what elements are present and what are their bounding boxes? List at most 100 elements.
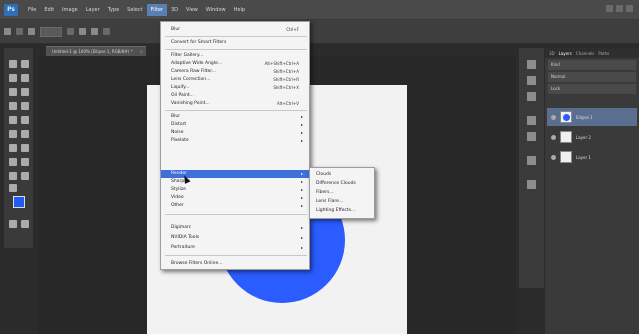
properties-panel-icon[interactable] <box>527 76 536 85</box>
close-icon[interactable] <box>626 5 633 12</box>
menu-item-browse-filters-online[interactable]: Browse Filters Online... <box>161 260 309 268</box>
crop-tool-icon[interactable] <box>9 88 17 96</box>
menu-item-filter-gallery[interactable]: Filter Gallery... <box>161 52 309 60</box>
menu-item-liquify[interactable]: Liquify... Shift+Ctrl+X <box>161 84 309 92</box>
menu-item-blur[interactable]: Blur ▸ <box>161 113 309 121</box>
menu-image[interactable]: Image <box>58 4 82 16</box>
quick-select-tool-icon[interactable] <box>21 74 29 82</box>
layer-row-layer-1[interactable]: Layer 1 <box>547 148 637 166</box>
history-brush-icon[interactable] <box>21 116 29 124</box>
submenu-arrow-icon: ▸ <box>300 138 303 143</box>
tab-channels[interactable]: Channels <box>576 51 595 56</box>
menu-help[interactable]: Help <box>230 4 249 16</box>
gradient-tool-icon[interactable] <box>21 130 29 138</box>
dodge-tool-icon[interactable] <box>9 144 17 152</box>
swatches-panel-icon[interactable] <box>527 156 536 165</box>
layer-row-layer-2[interactable]: Layer 2 <box>547 128 637 146</box>
menu-3d[interactable]: 3D <box>167 4 182 16</box>
distribute-icon[interactable] <box>91 28 98 35</box>
close-tab-icon[interactable]: × <box>140 47 143 56</box>
eyedropper-tool-icon[interactable] <box>21 88 29 96</box>
visibility-eye-icon[interactable] <box>551 114 556 120</box>
blend-mode-select[interactable]: Normal <box>548 72 636 82</box>
window-controls <box>606 5 633 12</box>
quick-mask-icon[interactable] <box>9 220 17 228</box>
menu-view[interactable]: View <box>182 4 202 16</box>
layer-name: Layer 2 <box>576 134 591 140</box>
menu-item-digimarc[interactable]: Digimarc ▸ <box>161 224 309 232</box>
menu-item-distort[interactable]: Distort ▸ <box>161 121 309 129</box>
visibility-eye-icon[interactable] <box>551 154 556 160</box>
healing-brush-icon[interactable] <box>9 102 17 110</box>
screen-mode-icon[interactable] <box>21 220 29 228</box>
layer-thumbnail <box>560 111 572 123</box>
tab-3d[interactable]: 3D <box>549 51 555 56</box>
menu-item-stylize[interactable]: Stylize ▸ <box>161 186 309 194</box>
menu-item-convert-smart-filters[interactable]: Convert for Smart Filters <box>161 39 309 47</box>
target-dropdown[interactable] <box>40 26 62 37</box>
submenu-item-difference-clouds[interactable]: Difference Clouds <box>310 180 374 188</box>
3d-mode-icon[interactable] <box>103 28 110 35</box>
menu-item-noise[interactable]: Noise ▸ <box>161 129 309 137</box>
tool-preset-icon[interactable] <box>4 28 11 35</box>
menu-item-lens-correction[interactable]: Lens Correction... Shift+Ctrl+R <box>161 76 309 84</box>
marquee-tool-icon[interactable] <box>21 60 29 68</box>
hand-tool-icon[interactable] <box>21 172 29 180</box>
submenu-item-lens-flare[interactable]: Lens Flare... <box>310 198 374 206</box>
submenu-item-fibers[interactable]: Fibers... <box>310 189 374 197</box>
lasso-tool-icon[interactable] <box>9 74 17 82</box>
submenu-arrow-icon: ▸ <box>300 130 303 135</box>
menu-item-vanishing-point[interactable]: Vanishing Point... Alt+Ctrl+V <box>161 100 309 108</box>
menu-item-last-filter[interactable]: Blur Ctrl+F <box>161 26 309 34</box>
filter-menu-dropdown: Blur Ctrl+F Convert for Smart Filters Fil… <box>160 21 310 270</box>
submenu-arrow-icon: ▸ <box>300 122 303 127</box>
zoom-tool-icon[interactable] <box>9 184 17 192</box>
visibility-eye-icon[interactable] <box>551 134 556 140</box>
adjustments-panel-icon[interactable] <box>527 116 536 125</box>
menu-item-other[interactable]: Other ▸ <box>161 202 309 210</box>
menu-item-video[interactable]: Video ▸ <box>161 194 309 202</box>
clone-stamp-icon[interactable] <box>9 116 17 124</box>
options-bar <box>0 20 639 44</box>
foreground-color-swatch[interactable] <box>13 196 25 208</box>
menu-item-oil-paint[interactable]: Oil Paint... <box>161 92 309 100</box>
menu-layer[interactable]: Layer <box>82 4 104 16</box>
maximize-icon[interactable] <box>616 5 623 12</box>
move-tool-icon[interactable] <box>9 60 17 68</box>
brush-tool-icon[interactable] <box>21 102 29 110</box>
submenu-item-clouds[interactable]: Clouds <box>310 171 374 179</box>
menu-type[interactable]: Type <box>104 4 123 16</box>
document-tab[interactable]: Untitled-1 @ 100% (Ellipse 1, RGB/8#) * … <box>46 46 146 56</box>
lock-row[interactable]: Lock <box>548 84 636 94</box>
layer-row-ellipse-1[interactable]: Ellipse 1 <box>547 108 637 126</box>
submenu-item-lighting-effects[interactable]: Lighting Effects... <box>310 207 374 215</box>
menu-item-portraiture[interactable]: Portraiture ▸ <box>161 244 309 252</box>
info-panel-icon[interactable] <box>527 92 536 101</box>
type-tool-icon[interactable] <box>9 158 17 166</box>
menu-filter[interactable]: Filter <box>146 3 167 16</box>
document-tab-title: Untitled-1 @ 100% (Ellipse 1, RGB/8#) * <box>52 49 133 54</box>
menu-edit[interactable]: Edit <box>40 4 58 16</box>
transform-controls-checkbox[interactable] <box>67 28 74 35</box>
history-panel-icon[interactable] <box>527 60 536 69</box>
menu-window[interactable]: Window <box>202 4 230 16</box>
menu-file[interactable]: File <box>24 4 40 16</box>
styles-panel-icon[interactable] <box>527 132 536 141</box>
menu-item-pixelate[interactable]: Pixelate ▸ <box>161 137 309 145</box>
menu-select[interactable]: Select <box>123 4 146 16</box>
mode-icon[interactable] <box>16 28 23 35</box>
align-icon[interactable] <box>79 28 86 35</box>
menu-item-camera-raw-filter[interactable]: Camera Raw Filter... Shift+Ctrl+A <box>161 68 309 76</box>
pen-tool-icon[interactable] <box>21 144 29 152</box>
shape-tool-icon[interactable] <box>9 172 17 180</box>
menu-item-adaptive-wide-angle[interactable]: Adaptive Wide Angle... Alt+Shift+Ctrl+A <box>161 60 309 68</box>
tab-layers[interactable]: Layers <box>559 51 572 56</box>
menu-item-nvidia-tools[interactable]: NVIDIA Tools ▸ <box>161 234 309 242</box>
eraser-tool-icon[interactable] <box>9 130 17 138</box>
auto-select-checkbox[interactable] <box>28 28 35 35</box>
tab-paths[interactable]: Paths <box>598 51 609 56</box>
brush-panel-icon[interactable] <box>527 180 536 189</box>
path-select-icon[interactable] <box>21 158 29 166</box>
layer-filter-kind[interactable]: Kind <box>548 60 636 70</box>
minimize-icon[interactable] <box>606 5 613 12</box>
